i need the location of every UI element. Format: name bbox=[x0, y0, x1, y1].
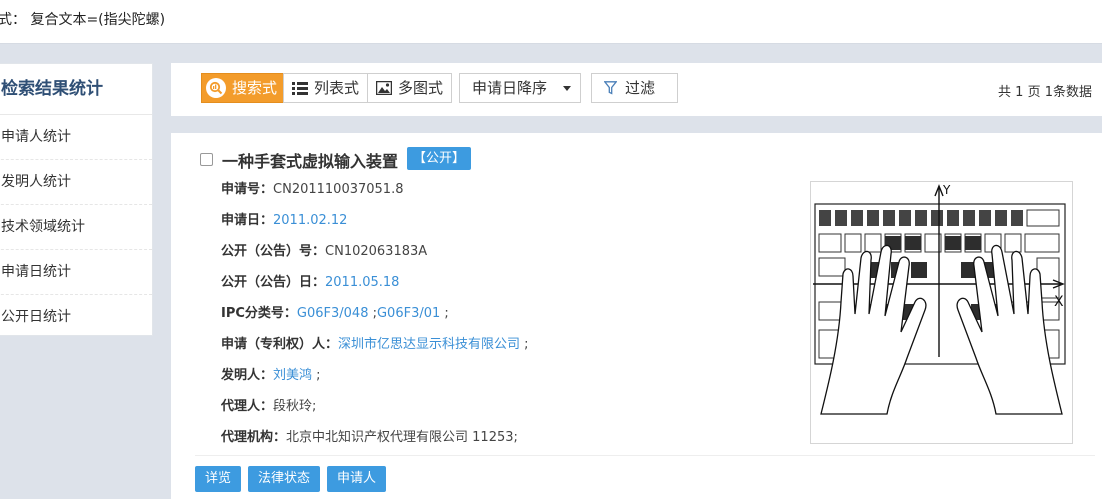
results-toolbar: 搜索式 列表式 多图式 申请日降序 过滤 共 1 页 1条数据 bbox=[171, 63, 1102, 116]
separator: ; bbox=[368, 306, 377, 321]
applicant-link[interactable]: 深圳市亿思达显示科技有限公司 bbox=[338, 337, 520, 352]
legal-status-button[interactable]: 法律状态 bbox=[248, 466, 321, 492]
field-application-date: 申请日：2011.02.12 bbox=[221, 209, 347, 228]
field-agency: 代理机构：北京中北知识产权代理有限公司 11253; bbox=[221, 426, 518, 445]
result-actions: 详览 法律状态 申请人 bbox=[195, 466, 393, 492]
field-label: 代理人： bbox=[221, 399, 274, 414]
inventor-link[interactable]: 刘美鸿 bbox=[273, 368, 312, 383]
field-value: CN102063183A bbox=[325, 244, 428, 259]
sidebar-title: 检索结果统计 bbox=[0, 64, 152, 115]
field-label: 申请号： bbox=[221, 182, 274, 197]
page-info: 共 1 页 1条数据 bbox=[998, 85, 1092, 100]
field-applicant: 申请（专利权）人：深圳市亿思达显示科技有限公司 ; bbox=[221, 333, 529, 352]
view-list-label: 列表式 bbox=[314, 79, 360, 97]
figure-x-label: X bbox=[1054, 294, 1064, 310]
figure-y-label: Y bbox=[942, 183, 951, 197]
sidebar-item-app-date-stats[interactable]: 申请日统计 bbox=[0, 250, 152, 295]
search-style-icon bbox=[206, 78, 226, 98]
view-multi-image-label: 多图式 bbox=[398, 79, 444, 97]
field-label: 公开（公告）号： bbox=[221, 244, 326, 259]
field-publication-date: 公开（公告）日：2011.05.18 bbox=[221, 271, 399, 290]
applicant-button[interactable]: 申请人 bbox=[327, 466, 387, 492]
field-value: CN201110037051.8 bbox=[273, 182, 404, 197]
divider bbox=[195, 455, 1095, 456]
field-ipc: IPC分类号：G06F3/048 ;G06F3/01 ; bbox=[221, 302, 449, 321]
field-value: 北京中北知识产权代理有限公司 11253; bbox=[286, 430, 518, 445]
sort-selected-value: 申请日降序 bbox=[472, 79, 548, 97]
field-application-number: 申请号：CN201110037051.8 bbox=[221, 178, 403, 197]
field-publication-number: 公开（公告）号：CN102063183A bbox=[221, 240, 427, 259]
caret-down-icon bbox=[563, 86, 571, 91]
query-bar: 式： 复合文本=(指尖陀螺) bbox=[0, 0, 1102, 44]
detail-button[interactable]: 详览 bbox=[195, 466, 242, 492]
sidebar-item-pub-date-stats[interactable]: 公开日统计 bbox=[0, 295, 152, 339]
sidebar-item-field-stats[interactable]: 技术领域统计 bbox=[0, 205, 152, 250]
field-label: IPC分类号： bbox=[221, 306, 297, 321]
view-mode-group: 搜索式 列表式 多图式 bbox=[201, 73, 453, 103]
status-badge: 【公开】 bbox=[407, 147, 472, 170]
field-label: 发明人： bbox=[221, 368, 274, 383]
filter-icon bbox=[604, 81, 617, 95]
ipc-link[interactable]: G06F3/048 bbox=[297, 306, 369, 321]
filter-label: 过滤 bbox=[625, 79, 656, 97]
field-label: 申请日： bbox=[221, 213, 274, 228]
field-label: 申请（专利权）人： bbox=[221, 337, 339, 352]
filter-button[interactable]: 过滤 bbox=[591, 73, 678, 103]
view-multi-image-button[interactable]: 多图式 bbox=[367, 73, 453, 103]
result-checkbox[interactable] bbox=[200, 153, 213, 166]
field-inventor: 发明人：刘美鸿 ; bbox=[221, 364, 321, 383]
field-agent: 代理人：段秋玲; bbox=[221, 395, 316, 414]
field-label: 公开（公告）日： bbox=[221, 275, 326, 290]
stats-sidebar: 检索结果统计 申请人统计 发明人统计 技术领域统计 申请日统计 公开日统计 bbox=[0, 63, 153, 336]
view-search-style-label: 搜索式 bbox=[232, 79, 278, 97]
view-search-style-button[interactable]: 搜索式 bbox=[201, 73, 285, 103]
field-value: 段秋玲; bbox=[273, 399, 317, 414]
sidebar-item-inventor-stats[interactable]: 发明人统计 bbox=[0, 160, 152, 205]
result-card: 一种手套式虚拟输入装置 【公开】 申请号：CN201110037051.8 申请… bbox=[171, 133, 1102, 499]
sidebar-item-applicant-stats[interactable]: 申请人统计 bbox=[0, 115, 152, 160]
separator: ; bbox=[440, 306, 449, 321]
keyboard-hands-figure: Y X bbox=[813, 183, 1066, 415]
separator: ; bbox=[312, 368, 321, 383]
sort-select[interactable]: 申请日降序 bbox=[459, 73, 581, 103]
separator: ; bbox=[520, 337, 529, 352]
ipc-link[interactable]: G06F3/01 bbox=[377, 306, 440, 321]
field-label: 代理机构： bbox=[221, 430, 287, 445]
query-text: 式： 复合文本=(指尖陀螺) bbox=[0, 12, 166, 28]
patent-figure-thumbnail[interactable]: Y X bbox=[810, 181, 1073, 444]
view-list-button[interactable]: 列表式 bbox=[283, 73, 369, 103]
list-icon bbox=[292, 81, 309, 95]
result-title[interactable]: 一种手套式虚拟输入装置 bbox=[222, 148, 398, 172]
image-icon bbox=[376, 81, 393, 95]
pub-date-link[interactable]: 2011.05.18 bbox=[325, 275, 399, 290]
app-date-link[interactable]: 2011.02.12 bbox=[273, 213, 347, 228]
